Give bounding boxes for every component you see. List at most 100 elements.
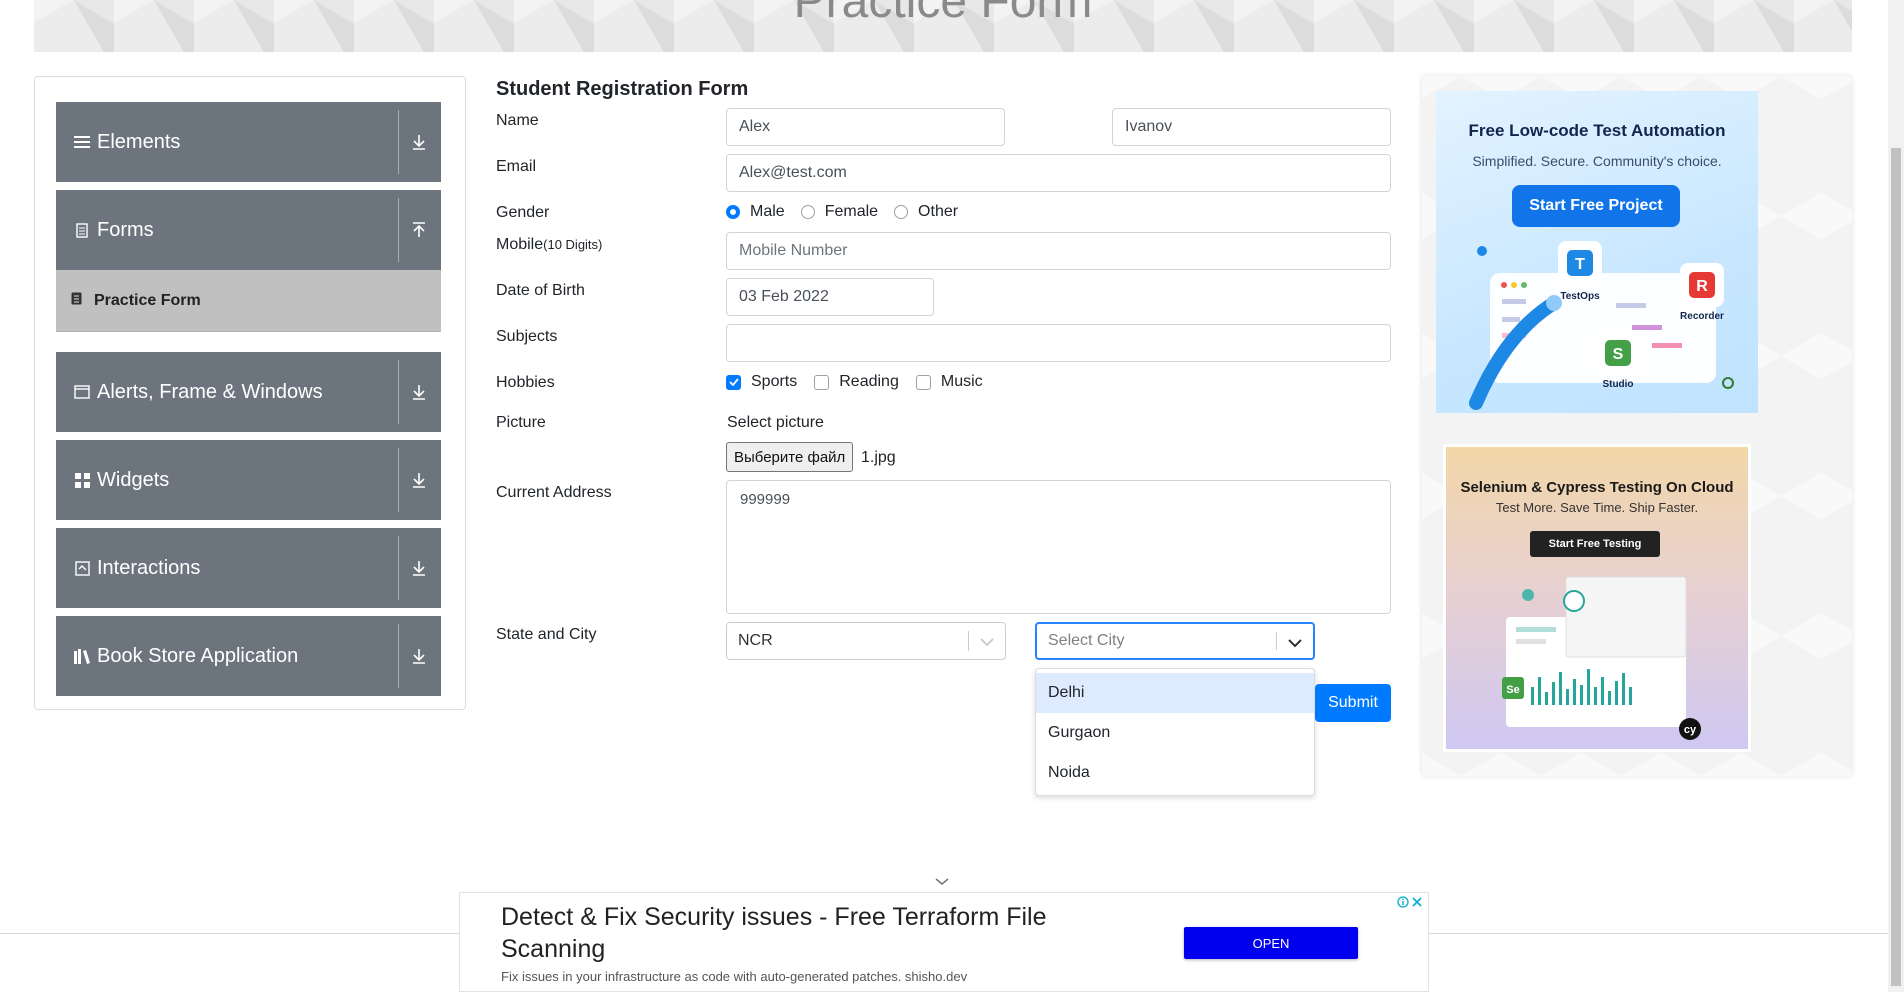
city-select[interactable]: Select City	[1035, 622, 1315, 660]
page-scrollbar[interactable]	[1888, 0, 1904, 992]
hobbies-label: Hobbies	[496, 374, 555, 391]
info-icon[interactable]	[1396, 895, 1410, 909]
page-title: Practice Form	[793, 0, 1093, 28]
ad-open-button[interactable]: OPEN	[1184, 927, 1358, 959]
city-option-noida[interactable]: Noida	[1036, 753, 1314, 793]
ad-headline: Detect & Fix Security issues - Free Terr…	[501, 903, 1047, 963]
file-name: 1.jpg	[861, 449, 896, 466]
ad-subtitle: Test More. Save Time. Ship Faster.	[1495, 500, 1699, 515]
mobile-label-text: Mobile	[496, 236, 544, 253]
choose-file-button[interactable]: Выберите файл	[726, 442, 854, 472]
submit-button[interactable]: Submit	[1315, 684, 1391, 722]
books-icon	[73, 647, 91, 665]
divider	[398, 360, 399, 424]
product-label-testops: TestOps	[1560, 291, 1600, 302]
svg-text:R: R	[1696, 278, 1708, 295]
subjects-input[interactable]	[726, 324, 1391, 362]
product-label-studio: Studio	[1602, 379, 1633, 390]
checkbox[interactable]	[814, 374, 830, 390]
checkbox[interactable]	[915, 374, 931, 390]
start-free-testing-button[interactable]: Start Free Testing	[1530, 531, 1660, 557]
page-banner: Practice Form	[34, 0, 1852, 52]
ad-title: Free Low-code Test Automation	[1468, 121, 1726, 140]
ad-illustration: T TestOps R Recorder S Studio	[1469, 241, 1734, 410]
state-select[interactable]: NCR	[726, 622, 1006, 660]
hobby-music[interactable]: Music	[915, 373, 983, 391]
chevron-down-icon[interactable]	[977, 632, 997, 652]
scrollbar-thumb[interactable]	[1891, 148, 1901, 986]
hobby-label: Sports	[751, 373, 798, 390]
svg-text:S: S	[1613, 346, 1624, 363]
select-picture-label: Select picture	[727, 414, 824, 431]
email-input[interactable]: Alex@test.com	[726, 154, 1391, 192]
city-dropdown-menu: Delhi Gurgaon Noida	[1035, 668, 1315, 796]
gender-label: Gender	[496, 204, 550, 221]
sidebar-group-label: Alerts, Frame & Windows	[97, 380, 323, 403]
gender-option-label: Other	[918, 203, 959, 220]
ad-illustration: Se cy	[1502, 576, 1701, 740]
hobbies-checkbox-group: Sports Reading Music	[726, 373, 999, 391]
radio-button[interactable]	[800, 205, 815, 219]
expand-down-icon[interactable]	[407, 130, 431, 154]
start-free-project-button[interactable]: Start Free Project	[1512, 185, 1680, 227]
bottom-ad-banner[interactable]: Detect & Fix Security issues - Free Terr…	[459, 892, 1429, 992]
state-city-label: State and City	[496, 626, 597, 643]
date-of-birth-input[interactable]: 03 Feb 2022	[726, 278, 934, 316]
sidebar-group-elements[interactable]: Elements	[56, 102, 441, 182]
mobile-hint: (10 Digits)	[543, 237, 603, 252]
gender-option-male[interactable]: Male	[726, 203, 785, 221]
divider	[398, 198, 399, 262]
sidebar-group-label: Widgets	[97, 468, 170, 491]
close-icon[interactable]	[1410, 895, 1424, 909]
expand-down-icon[interactable]	[407, 556, 431, 580]
sidebar-group-widgets[interactable]: Widgets	[56, 440, 441, 520]
sidebar-group-interactions[interactable]: Interactions	[56, 528, 441, 608]
gender-option-other[interactable]: Other	[894, 203, 958, 221]
city-option-gurgaon[interactable]: Gurgaon	[1036, 713, 1314, 753]
divider	[398, 536, 399, 600]
sidebar-group-label: Interactions	[97, 556, 201, 579]
hobby-sports[interactable]: Sports	[726, 373, 797, 391]
document-icon	[73, 221, 91, 239]
window-icon	[73, 383, 91, 401]
city-option-delhi[interactable]: Delhi	[1036, 673, 1314, 713]
form-icon	[71, 292, 85, 310]
last-name-input[interactable]: Ivanov	[1112, 108, 1391, 146]
svg-text:Se: Se	[1506, 684, 1519, 696]
current-address-textarea[interactable]: 999999	[726, 480, 1391, 614]
widgets-icon	[73, 471, 91, 489]
chevron-down-icon[interactable]	[934, 876, 950, 888]
expand-down-icon[interactable]	[407, 468, 431, 492]
ad-katalon[interactable]: Free Low-code Test Automation Simplified…	[1436, 91, 1758, 413]
ad-lambdatest[interactable]: Selenium & Cypress Testing On Cloud Test…	[1443, 444, 1751, 752]
gender-option-female[interactable]: Female	[800, 203, 879, 221]
divider	[1276, 632, 1277, 650]
radio-button[interactable]	[726, 205, 740, 219]
mobile-input[interactable]: Mobile Number	[726, 232, 1391, 270]
gender-option-label: Female	[824, 203, 879, 220]
interactions-icon	[73, 559, 91, 577]
svg-text:cy: cy	[1684, 724, 1697, 736]
chevron-down-icon[interactable]	[1285, 633, 1305, 653]
sidebar-item-practice-form[interactable]: Practice Form	[56, 270, 441, 332]
sidebar-group-forms[interactable]: Forms	[56, 190, 441, 270]
sidebar-item-label: Practice Form	[94, 291, 201, 309]
mobile-label: Mobile(10 Digits)	[496, 236, 602, 254]
expand-down-icon[interactable]	[407, 380, 431, 404]
first-name-input[interactable]: Alex	[726, 108, 1005, 146]
hobby-reading[interactable]: Reading	[814, 373, 899, 391]
expand-down-icon[interactable]	[407, 644, 431, 668]
collapse-up-icon[interactable]	[407, 218, 431, 242]
city-placeholder: Select City	[1048, 632, 1125, 649]
checkbox[interactable]	[726, 374, 741, 390]
gender-option-label: Male	[750, 203, 785, 220]
sidebar-group-label: Elements	[97, 130, 181, 153]
sidebar-group-alerts-frame-windows[interactable]: Alerts, Frame & Windows	[56, 352, 441, 432]
divider	[398, 448, 399, 512]
sidebar-group-label: Forms	[97, 218, 154, 241]
name-label: Name	[496, 112, 539, 129]
sidebar-group-book-store[interactable]: Book Store Application	[56, 616, 441, 696]
svg-text:T: T	[1575, 256, 1585, 273]
radio-button[interactable]	[894, 205, 909, 219]
divider	[398, 624, 399, 688]
